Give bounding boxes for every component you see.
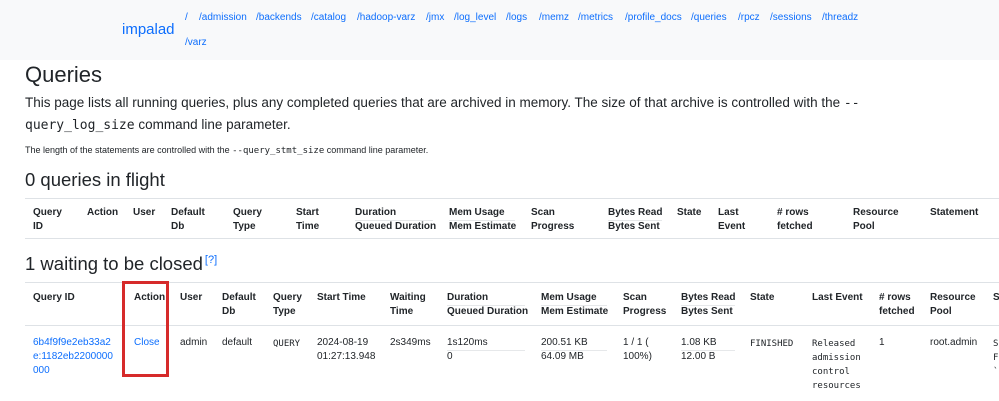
- nav-link-root[interactable]: /: [185, 12, 188, 23]
- col-user: User: [180, 292, 203, 303]
- default-db-cell: default: [222, 337, 253, 348]
- last-event-cell: Released admission control resources: [812, 339, 861, 391]
- state-cell: FINISHED: [750, 339, 794, 349]
- duration-cell-divider: [447, 350, 525, 351]
- nav-link-rpcz[interactable]: /rpcz: [738, 12, 760, 23]
- col-queued-duration: Queued Duration: [447, 306, 529, 317]
- col-state: State: [750, 292, 775, 303]
- col-duration: Duration: [447, 292, 489, 303]
- col-start-time: Start Time: [296, 207, 320, 232]
- col-action: Action: [87, 207, 119, 218]
- col-waiting-time: Waiting Time: [390, 292, 426, 317]
- col-statement: S: [993, 292, 999, 303]
- mem-usage-cell: 200.51 KB: [541, 337, 588, 348]
- nav-link-metrics[interactable]: /metrics: [578, 12, 613, 23]
- nav-link-memz[interactable]: /memz: [539, 12, 569, 23]
- col-rows-fetched: # rows fetched: [777, 207, 813, 232]
- scan-progress-cell: 1 / 1 (100%): [623, 337, 652, 362]
- nav-link-queries[interactable]: /queries: [691, 12, 727, 23]
- col-resource-pool: Resource Pool: [930, 292, 976, 317]
- waiting-heading: 1 waiting to be closed [?]: [25, 253, 218, 274]
- waiting-time-cell: 2s349ms: [390, 337, 431, 348]
- nav-link-threadz[interactable]: /threadz: [822, 12, 858, 23]
- col-bytes-sent: Bytes Sent: [608, 221, 660, 232]
- col-default-db: Default Db: [171, 207, 205, 232]
- query-stmt-size-code: --query_stmt_size: [232, 146, 325, 156]
- nav-link-jmx[interactable]: /jmx: [426, 12, 444, 23]
- waiting-table-top-border: [25, 282, 999, 283]
- col-default-db: Default Db: [222, 292, 256, 317]
- nav-link-sessions[interactable]: /sessions: [770, 12, 812, 23]
- user-cell: admin: [180, 337, 208, 348]
- queued-duration-cell: 0: [447, 351, 453, 362]
- col-bytes-read: Bytes Read: [608, 207, 663, 218]
- nav-link-varz[interactable]: /varz: [185, 37, 207, 48]
- bytes-read-cell: 1.08 KB: [681, 337, 717, 348]
- query-type-cell: QUERY: [273, 339, 301, 349]
- nav-link-logs[interactable]: /logs: [506, 12, 527, 23]
- col-statement: Statement: [930, 207, 979, 218]
- stmt-size-description: The length of the statements are control…: [25, 145, 429, 156]
- col-mem-usage: Mem Usage: [449, 207, 505, 218]
- nav-link-backends[interactable]: /backends: [256, 12, 302, 23]
- duration-cell: 1s120ms: [447, 337, 488, 348]
- in-flight-table-top-border: [25, 198, 999, 199]
- nav-link-hadoop-varz[interactable]: /hadoop-varz: [357, 12, 415, 23]
- col-bytes-read: Bytes Read: [681, 292, 736, 303]
- col-query-id: Query ID: [33, 292, 75, 303]
- col-resource-pool: Resource Pool: [853, 207, 899, 232]
- statement-cell: S F `: [993, 339, 999, 377]
- col-query-type: Query Type: [273, 292, 302, 317]
- action-column-highlight: [122, 281, 169, 377]
- page-title: Queries: [25, 62, 103, 87]
- in-flight-table-bottom-border: [25, 238, 999, 239]
- col-mem-estimate: Mem Estimate: [449, 221, 517, 232]
- col-mem-estimate: Mem Estimate: [541, 306, 609, 317]
- col-duration: Duration: [355, 207, 397, 218]
- col-user: User: [133, 207, 156, 218]
- nav-link-log-level[interactable]: /log_level: [454, 12, 496, 23]
- col-start-time: Start Time: [317, 292, 366, 303]
- col-mem-usage: Mem Usage: [541, 292, 597, 303]
- query-id-link[interactable]: 6b4f9f9e2eb33a2 e:1182eb2200000 000: [33, 336, 113, 378]
- help-link[interactable]: [?]: [205, 254, 217, 266]
- col-queued-duration: Queued Duration: [355, 221, 437, 232]
- col-scan-progress: Scan Progress: [531, 207, 575, 232]
- bytes-sent-cell: 12.00 B: [681, 351, 716, 362]
- col-state: State: [677, 207, 702, 218]
- rows-fetched-cell: 1: [879, 337, 885, 348]
- in-flight-heading: 0 queries in flight: [25, 169, 165, 190]
- waiting-table-header-border: [25, 325, 999, 326]
- col-rows-fetched: # rows fetched: [879, 292, 915, 317]
- col-last-event: Last Event: [718, 207, 746, 232]
- resource-pool-cell: root.admin: [930, 337, 978, 348]
- brand-link[interactable]: impalad: [122, 21, 175, 38]
- top-navbar: impalad / /admission /backends /catalog …: [0, 0, 999, 60]
- page-description: This page lists all running queries, plu…: [25, 95, 860, 133]
- start-time-cell: 2024-08-19 01:27:13.948: [317, 337, 376, 362]
- col-bytes-sent: Bytes Sent: [681, 306, 733, 317]
- mem-estimate-cell: 64.09 MB: [541, 351, 584, 362]
- col-query-id: Query ID: [33, 207, 62, 232]
- nav-link-admission[interactable]: /admission: [199, 12, 247, 23]
- col-query-type: Query Type: [233, 207, 262, 232]
- col-scan-progress: Scan Progress: [623, 292, 667, 317]
- nav-link-catalog[interactable]: /catalog: [311, 12, 346, 23]
- col-last-event: Last Event: [812, 292, 863, 303]
- nav-link-profile-docs[interactable]: /profile_docs: [625, 12, 682, 23]
